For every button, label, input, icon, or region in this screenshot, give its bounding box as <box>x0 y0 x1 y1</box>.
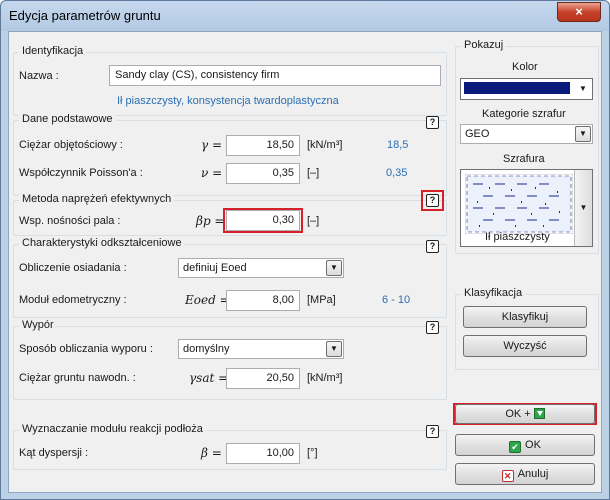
wyznaczanie-legend: Wyznaczanie modułu reakcji podłoża <box>19 423 206 435</box>
window-title: Edycja parametrów gruntu <box>9 8 161 23</box>
nu-symbol: ν = <box>201 166 223 180</box>
ok-label: OK <box>525 439 541 451</box>
obliczenie-osiadania-select[interactable]: definiuj Eoed ▼ <box>178 258 344 278</box>
wsp-nosnosci-input[interactable]: 0,30 <box>226 210 300 231</box>
modul-hint: 6 - 10 <box>382 294 411 306</box>
kat-dyspersji-unit: [°] <box>307 447 318 459</box>
wypor-legend: Wypór <box>19 319 57 331</box>
gamma-symbol: γ = <box>201 138 223 152</box>
chevron-down-icon[interactable]: ▼ <box>574 170 592 246</box>
gamma-sat-symbol: γsat = <box>189 371 229 385</box>
klasyfikacja-legend: Klasyfikacja <box>461 287 526 299</box>
ok-button[interactable]: ✔ OK <box>455 434 595 456</box>
ok-plus-label: OK + <box>505 408 531 420</box>
title-bar[interactable]: Edycja parametrów gruntu × <box>1 1 609 31</box>
sposob-wyporu-select[interactable]: domyślny ▼ <box>178 339 344 359</box>
kolor-label: Kolor <box>512 61 538 73</box>
chevron-down-icon[interactable]: ▼ <box>326 341 342 357</box>
kolor-picker[interactable]: ▼ <box>460 78 593 100</box>
cancel-icon: ✕ <box>501 470 514 482</box>
poisson-input[interactable]: 0,35 <box>226 163 300 184</box>
dane-podstawowe-legend: Dane podstawowe <box>19 113 116 125</box>
sposob-wyporu-value: domyślny <box>183 343 230 355</box>
help-icon-metoda[interactable]: ? <box>426 194 439 207</box>
beta-p-symbol: βp = <box>196 214 225 228</box>
wsp-nosnosci-unit: [–] <box>307 215 320 227</box>
close-button[interactable]: × <box>557 2 601 22</box>
dialog-window: Edycja parametrów gruntu × Identyfikacja… <box>0 0 610 500</box>
metoda-legend: Metoda naprężeń efektywnych <box>19 193 175 205</box>
wyczysc-button[interactable]: Wyczyść <box>463 335 587 357</box>
poisson-unit: [–] <box>307 167 320 179</box>
szrafura-name: Ił piaszczysty <box>485 231 550 243</box>
sposob-wyporu-label: Sposób obliczania wyporu : <box>19 343 153 355</box>
charakterystyki-legend: Charakterystyki odkształceniowe <box>19 237 185 249</box>
ciezar-nawodn-label: Ciężar gruntu nawodn. : <box>19 372 136 384</box>
dane-podstawowe-group <box>13 120 447 196</box>
anuluj-label: Anuluj <box>517 468 549 480</box>
ciezar-nawodn-unit: [kN/m³] <box>307 372 343 384</box>
help-icon-wyznaczanie[interactable]: ? <box>426 425 439 438</box>
modul-label: Moduł edometryczny : <box>19 294 127 306</box>
hatch-pattern-icon <box>465 174 573 234</box>
arrow-down-icon <box>533 408 545 419</box>
beta-symbol: β = <box>201 446 222 460</box>
kat-dyspersji-label: Kąt dyspersji : <box>19 447 89 459</box>
kolor-swatch <box>464 82 570 94</box>
ok-plus-button[interactable]: OK + <box>455 404 595 424</box>
obliczenie-osiadania-value: definiuj Eoed <box>183 262 247 274</box>
nazwa-input[interactable]: Sandy clay (CS), consistency firm <box>109 65 441 86</box>
modul-input[interactable]: 8,00 <box>226 290 300 311</box>
modul-unit: [MPa] <box>307 294 336 306</box>
ciezar-hint: 18,5 <box>387 139 409 151</box>
chevron-down-icon[interactable]: ▼ <box>575 126 591 142</box>
chevron-down-icon[interactable]: ▼ <box>326 260 342 276</box>
check-icon: ✔ <box>509 441 522 453</box>
poisson-label: Współczynnik Poisson'a : <box>19 167 143 179</box>
help-icon-charakterystyki[interactable]: ? <box>426 240 439 253</box>
kategorie-value: GEO <box>465 128 490 140</box>
klasyfikuj-button[interactable]: Klasyfikuj <box>463 306 587 328</box>
wsp-nosnosci-label: Wsp. nośności pala : <box>19 215 121 227</box>
ciezar-input[interactable]: 18,50 <box>226 135 300 156</box>
ciezar-label: Ciężar objętościowy : <box>19 139 123 151</box>
ciezar-unit: [kN/m³] <box>307 139 343 151</box>
ciezar-nawodn-input[interactable]: 20,50 <box>226 368 300 389</box>
nazwa-label: Nazwa : <box>19 70 59 82</box>
eoed-symbol: Eoed = <box>185 293 230 307</box>
soil-description: Ił piaszczysty, konsystencja twardoplast… <box>117 95 339 107</box>
poisson-hint: 0,35 <box>386 167 408 179</box>
identyfikacja-legend: Identyfikacja <box>19 45 87 57</box>
chevron-down-icon[interactable]: ▼ <box>576 81 590 97</box>
dialog-client: Identyfikacja Nazwa : Sandy clay (CS), c… <box>8 31 602 493</box>
kategorie-label: Kategorie szrafur <box>482 108 566 120</box>
help-icon-wypor[interactable]: ? <box>426 321 439 334</box>
help-icon-dane[interactable]: ? <box>426 116 439 129</box>
pokazuj-legend: Pokazuj <box>461 39 507 51</box>
szrafura-label: Szrafura <box>503 153 545 165</box>
anuluj-button[interactable]: ✕ Anuluj <box>455 463 595 485</box>
szrafura-picker[interactable]: ▼ Ił piaszczysty <box>460 169 593 247</box>
kat-dyspersji-input[interactable]: 10,00 <box>226 443 300 464</box>
obliczenie-osiadania-label: Obliczenie osiadania : <box>19 262 127 274</box>
kategorie-select[interactable]: GEO ▼ <box>460 124 593 144</box>
